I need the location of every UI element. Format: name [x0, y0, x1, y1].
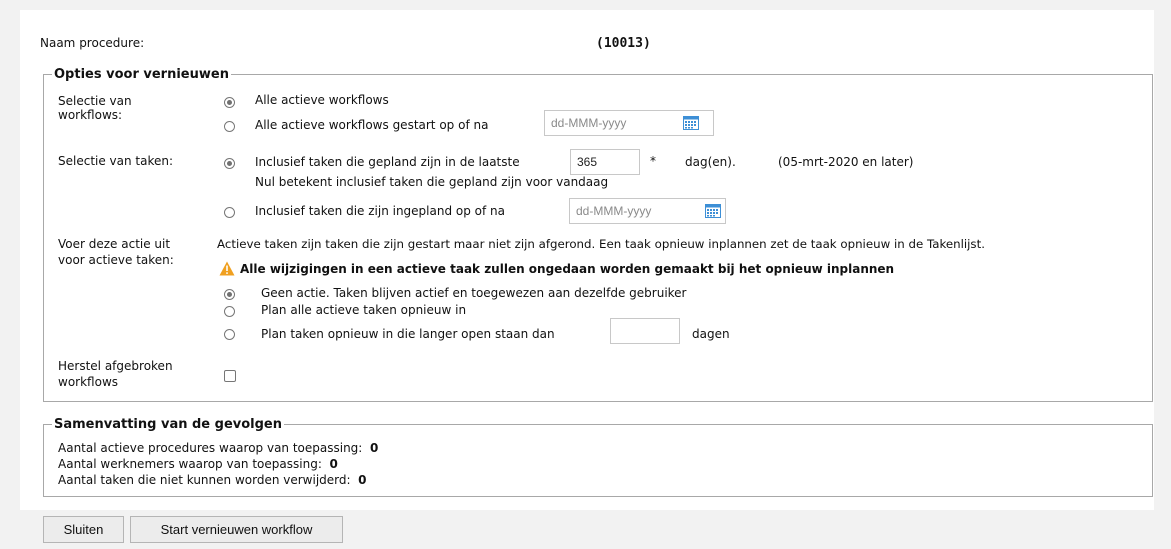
no-action-radio[interactable] [224, 289, 235, 300]
task-days-unit: dag(en). [685, 155, 736, 169]
options-legend: Opties voor vernieuwen [54, 67, 229, 82]
reschedule-all-label: Plan alle actieve taken opnieuw in [261, 303, 467, 317]
workflow-selection-label-1: Selectie van [58, 94, 132, 108]
tasks-last-days-label: Inclusief taken die gepland zijn in de l… [255, 155, 520, 169]
reschedule-days-unit: dagen [692, 327, 730, 341]
restore-workflows-checkbox[interactable] [224, 370, 236, 382]
calendar-icon[interactable] [683, 115, 699, 130]
summary-row: Aantal taken die niet kunnen worden verw… [58, 473, 367, 487]
reschedule-all-radio[interactable] [224, 306, 235, 317]
calendar-icon[interactable] [705, 203, 721, 218]
restore-label-1: Herstel afgebroken [58, 359, 173, 373]
no-action-label: Geen actie. Taken blijven actief en toeg… [261, 286, 687, 300]
workflows-started-after-radio[interactable] [224, 121, 235, 132]
start-renew-workflow-button[interactable]: Start vernieuwen workflow [130, 516, 343, 543]
reschedule-older-radio[interactable] [224, 329, 235, 340]
tasks-planned-after-radio[interactable] [224, 207, 235, 218]
active-tasks-warning: Alle wijzigingen in een actieve taak zul… [240, 262, 895, 276]
task-date-note: (05-mrt-2020 en later) [778, 155, 914, 169]
required-marker: * [650, 154, 656, 168]
active-tasks-description: Actieve taken zijn taken die zijn gestar… [217, 237, 985, 251]
tasks-last-days-radio[interactable] [224, 158, 235, 169]
procedure-name-value: (10013) [596, 36, 651, 51]
active-tasks-label-2: voor actieve taken: [58, 253, 174, 267]
tasks-planned-after-label: Inclusief taken die zijn ingepland op of… [255, 204, 506, 218]
task-planned-date-input[interactable]: dd-MMM-yyyy [569, 198, 726, 224]
summary-row-value: 0 [329, 457, 338, 471]
restore-label-2: workflows [58, 375, 119, 389]
workflows-started-after-label: Alle actieve workflows gestart op of na [255, 118, 489, 132]
active-tasks-label-1: Voer deze actie uit [58, 237, 171, 251]
summary-legend: Samenvatting van de gevolgen [54, 417, 283, 432]
task-selection-label: Selectie van taken: [58, 154, 174, 168]
warning-icon [219, 261, 235, 276]
summary-row-label: Aantal werknemers waarop van toepassing: [58, 457, 322, 471]
summary-row-label: Aantal taken die niet kunnen worden verw… [58, 473, 351, 487]
task-days-hint: Nul betekent inclusief taken die gepland… [255, 175, 609, 189]
summary-row: Aantal actieve procedures waarop van toe… [58, 441, 378, 455]
summary-row: Aantal werknemers waarop van toepassing:… [58, 457, 338, 471]
reschedule-older-label: Plan taken opnieuw in die langer open st… [261, 327, 555, 341]
summary-row-value: 0 [358, 473, 367, 487]
all-active-workflows-label: Alle actieve workflows [255, 93, 389, 107]
summary-row-value: 0 [369, 441, 379, 455]
workflow-selection-label-2: workflows: [58, 108, 123, 122]
close-button[interactable]: Sluiten [43, 516, 124, 543]
all-active-workflows-radio[interactable] [224, 97, 235, 108]
procedure-name-label: Naam procedure: [40, 36, 145, 50]
summary-row-label: Aantal actieve procedures waarop van toe… [58, 441, 363, 455]
task-days-input[interactable]: 365 [570, 149, 640, 175]
reschedule-days-input[interactable] [610, 318, 680, 344]
